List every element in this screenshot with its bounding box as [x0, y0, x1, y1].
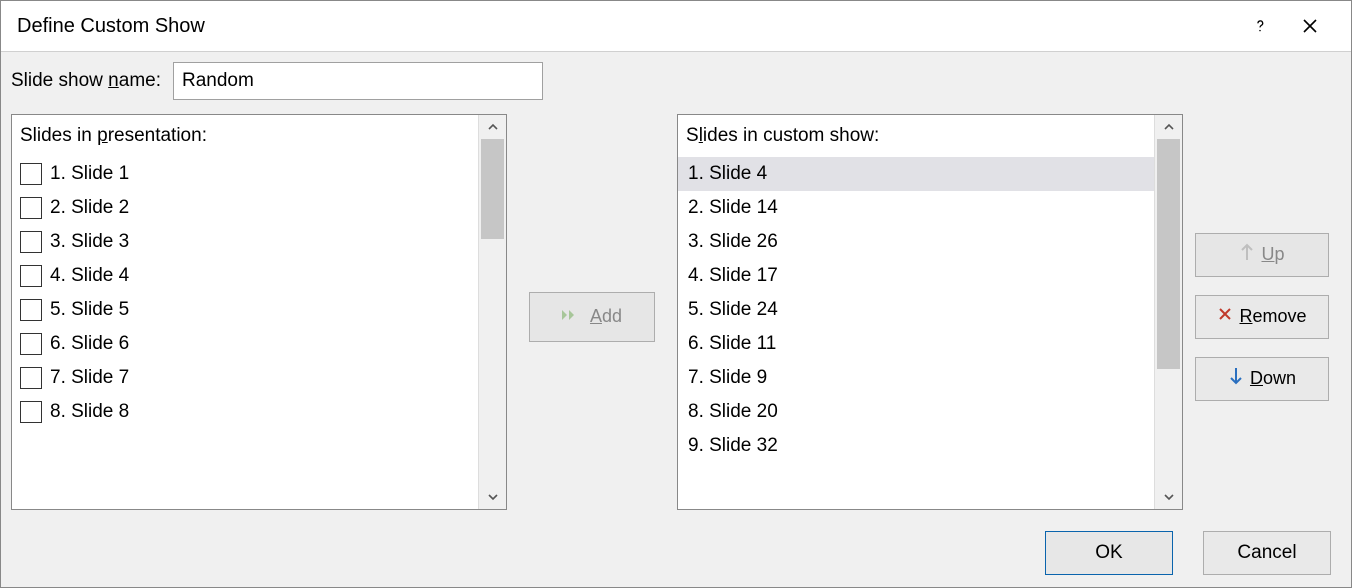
slides-in-custom-show-list[interactable]: Slides in custom show: 1. Slide 42. Slid…	[677, 114, 1183, 510]
scroll-thumb[interactable]	[481, 139, 504, 239]
presentation-slide-label: 2. Slide 2	[50, 197, 129, 219]
up-button[interactable]: Up	[1195, 233, 1329, 277]
lists-row: Slides in presentation: 1. Slide 1 2. Sli…	[11, 114, 1341, 519]
scroll-up-icon[interactable]	[479, 115, 506, 139]
presentation-slide-item[interactable]: 2. Slide 2	[12, 191, 478, 225]
ok-button[interactable]: OK	[1045, 531, 1173, 575]
define-custom-show-dialog: Define Custom Show Slide show name:	[0, 0, 1352, 588]
middle-column: Add	[507, 114, 677, 519]
down-button[interactable]: Down	[1195, 357, 1329, 401]
scroll-down-icon[interactable]	[479, 485, 506, 509]
titlebar: Define Custom Show	[1, 1, 1351, 51]
presentation-slide-label: 8. Slide 8	[50, 401, 129, 423]
dialog-footer: OK Cancel	[11, 519, 1341, 577]
checkbox[interactable]	[20, 401, 42, 423]
scroll-thumb[interactable]	[1157, 139, 1180, 369]
slide-show-name-input[interactable]	[173, 62, 543, 100]
checkbox[interactable]	[20, 231, 42, 253]
checkbox[interactable]	[20, 299, 42, 321]
presentation-slide-label: 7. Slide 7	[50, 367, 129, 389]
presentation-slide-label: 4. Slide 4	[50, 265, 129, 287]
presentation-slide-item[interactable]: 4. Slide 4	[12, 259, 478, 293]
custom-show-slide-item[interactable]: 4. Slide 17	[678, 259, 1154, 293]
custom-show-slide-item[interactable]: 2. Slide 14	[678, 191, 1154, 225]
presentation-slide-label: 1. Slide 1	[50, 163, 129, 185]
presentation-slide-label: 5. Slide 5	[50, 299, 129, 321]
remove-button[interactable]: Remove	[1195, 295, 1329, 339]
close-button[interactable]	[1285, 1, 1335, 51]
custom-show-slide-item[interactable]: 3. Slide 26	[678, 225, 1154, 259]
scroll-down-icon[interactable]	[1155, 485, 1182, 509]
custom-show-slide-item[interactable]: 1. Slide 4	[678, 157, 1154, 191]
custom-show-slide-item[interactable]: 6. Slide 11	[678, 327, 1154, 361]
scroll-track[interactable]	[479, 139, 506, 485]
presentation-slide-item[interactable]: 7. Slide 7	[12, 361, 478, 395]
slides-in-custom-show-content: Slides in custom show: 1. Slide 42. Slid…	[678, 115, 1154, 509]
presentation-slide-item[interactable]: 6. Slide 6	[12, 327, 478, 361]
reorder-actions: Up Remove Down	[1183, 114, 1341, 519]
slides-in-presentation-scrollbar[interactable]	[478, 115, 506, 509]
help-button[interactable]	[1235, 1, 1285, 51]
custom-show-slide-item[interactable]: 9. Slide 32	[678, 429, 1154, 463]
add-chevrons-icon	[562, 306, 584, 327]
slides-in-presentation-content: Slides in presentation: 1. Slide 1 2. Sli…	[12, 115, 478, 509]
presentation-slide-label: 3. Slide 3	[50, 231, 129, 253]
checkbox[interactable]	[20, 333, 42, 355]
slides-in-presentation-header: Slides in presentation:	[12, 121, 478, 157]
slides-in-custom-show-scrollbar[interactable]	[1154, 115, 1182, 509]
checkbox[interactable]	[20, 163, 42, 185]
slide-show-name-row: Slide show name:	[11, 62, 1341, 100]
presentation-slide-item[interactable]: 1. Slide 1	[12, 157, 478, 191]
scroll-up-icon[interactable]	[1155, 115, 1182, 139]
slide-show-name-label: Slide show name:	[11, 70, 161, 92]
presentation-slide-label: 6. Slide 6	[50, 333, 129, 355]
custom-show-slide-item[interactable]: 5. Slide 24	[678, 293, 1154, 327]
custom-show-slide-item[interactable]: 8. Slide 20	[678, 395, 1154, 429]
dialog-title: Define Custom Show	[17, 15, 205, 38]
checkbox[interactable]	[20, 197, 42, 219]
presentation-slide-item[interactable]: 8. Slide 8	[12, 395, 478, 429]
slides-in-custom-show-header: Slides in custom show:	[678, 121, 1154, 157]
checkbox[interactable]	[20, 265, 42, 287]
add-button[interactable]: Add	[529, 292, 655, 342]
cancel-button[interactable]: Cancel	[1203, 531, 1331, 575]
arrow-down-icon	[1228, 367, 1244, 390]
presentation-slide-item[interactable]: 5. Slide 5	[12, 293, 478, 327]
remove-x-icon	[1217, 306, 1233, 327]
checkbox[interactable]	[20, 367, 42, 389]
scroll-track[interactable]	[1155, 139, 1182, 485]
presentation-slide-item[interactable]: 3. Slide 3	[12, 225, 478, 259]
slides-in-presentation-list[interactable]: Slides in presentation: 1. Slide 1 2. Sli…	[11, 114, 507, 510]
arrow-up-icon	[1239, 243, 1255, 266]
custom-show-slide-item[interactable]: 7. Slide 9	[678, 361, 1154, 395]
dialog-body: Slide show name: Slides in presentation:…	[1, 51, 1351, 587]
